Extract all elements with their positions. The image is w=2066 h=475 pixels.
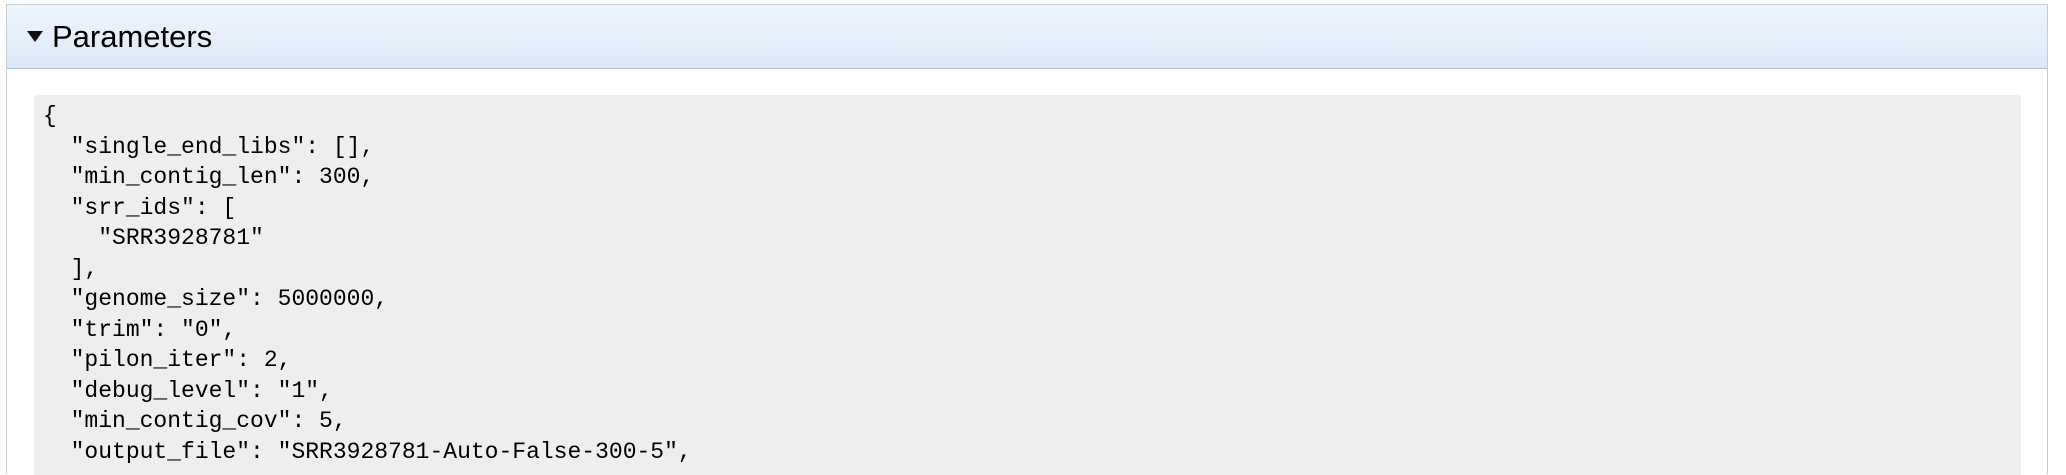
- code-line: "srr_ids": [: [43, 194, 237, 221]
- code-line: "output_file": "SRR3928781-Auto-False-30…: [43, 438, 692, 465]
- code-line: "min_contig_len": 300,: [43, 164, 375, 190]
- code-line: "SRR3928781": [43, 225, 264, 251]
- panel-title: Parameters: [52, 19, 213, 54]
- code-line: ],: [43, 255, 99, 282]
- code-line: "genome_size": 5000000,: [43, 286, 389, 312]
- triangle-down-icon[interactable]: [27, 31, 43, 42]
- code-line: "min_contig_cov": 5,: [43, 408, 347, 434]
- parameters-code-block: { "single_end_libs": [], "min_contig_len…: [34, 95, 2021, 475]
- code-line: "single_end_libs": [],: [43, 133, 375, 160]
- code-line: "debug_level": "1",: [43, 377, 333, 404]
- code-line: {: [43, 103, 57, 129]
- parameters-panel: Parameters { "single_end_libs": [], "min…: [6, 4, 2048, 475]
- code-line: "pilon_iter": 2,: [43, 347, 292, 373]
- code-line: "trim": "0",: [43, 316, 237, 343]
- parameters-panel-header[interactable]: Parameters: [7, 5, 2047, 69]
